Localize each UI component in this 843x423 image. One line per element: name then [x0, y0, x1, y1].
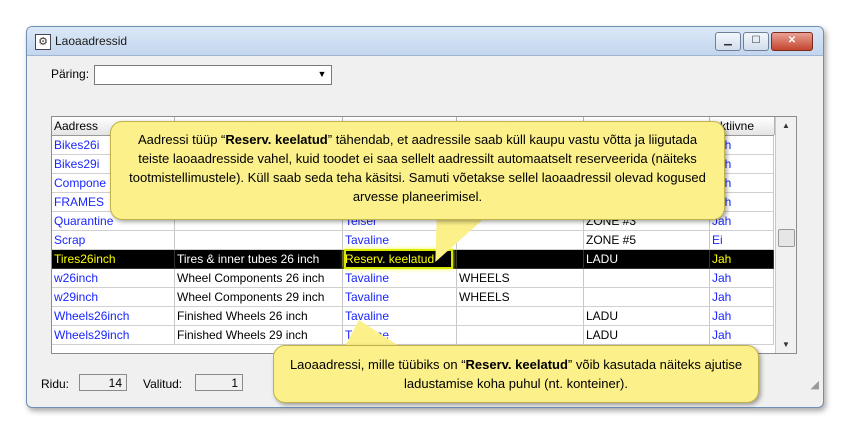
cell-laojargus: LADU — [584, 250, 710, 269]
cell-laojargus: ZONE #5 — [584, 231, 710, 250]
callout-bold-term: Reserv. keelatud — [225, 132, 328, 147]
cell-kirjeldus: Wheel Components 26 inch — [175, 269, 343, 288]
cell-aktiivne: Jah — [710, 307, 774, 326]
cell-tootmisjargus — [457, 326, 584, 345]
chevron-down-icon[interactable]: ▼ — [315, 67, 329, 81]
callout-text: Aadressi tüüp “ — [137, 132, 226, 147]
cell-aadressi-tyyp: Tavaline — [343, 269, 457, 288]
cell-kirjeldus: Finished Wheels 26 inch — [175, 307, 343, 326]
resize-grip-icon[interactable]: ◢ — [811, 378, 819, 391]
table-row-selected[interactable]: Tires26inch Tires & inner tubes 26 inch … — [52, 249, 774, 269]
scroll-up-icon[interactable]: ▲ — [776, 117, 796, 134]
cell-aadress: w26inch — [52, 269, 175, 288]
callout-usage-note: Laoaadressi, mille tüübiks on “Reserv. k… — [273, 345, 759, 403]
cell-aktiivne: Jah — [710, 326, 774, 345]
scroll-down-icon[interactable]: ▼ — [776, 336, 796, 353]
cell-tootmisjargus: WHEELS — [457, 269, 584, 288]
cell-laojargus — [584, 288, 710, 307]
selected-label: Valitud: — [143, 377, 183, 391]
window-title: Laoaadressid — [55, 34, 128, 48]
rows-count: 14 — [79, 374, 127, 391]
rows-label: Ridu: — [41, 377, 70, 391]
minimize-button[interactable]: ▁ — [715, 32, 741, 51]
query-label: Päring: — [51, 67, 90, 81]
cell-tootmisjargus — [457, 307, 584, 326]
callout-bold-term: Reserv. keelatud — [465, 357, 568, 372]
title-bar[interactable]: ⚙ Laoaadressid ▁ ☐ ✕ — [27, 27, 823, 56]
scroll-thumb[interactable] — [778, 229, 795, 247]
cell-aadress: Wheels29inch — [52, 326, 175, 345]
callout-text: Laoaadressi, mille tüübiks on “ — [289, 357, 466, 372]
cell-aadressi-tyyp: Tavaline — [343, 288, 457, 307]
cell-laojargus: LADU — [584, 326, 710, 345]
cell-kirjeldus — [175, 231, 343, 250]
cell-aadress: Wheels26inch — [52, 307, 175, 326]
callout-pointer — [345, 320, 399, 346]
table-row[interactable]: Wheels26inch Finished Wheels 26 inch Tav… — [52, 307, 774, 326]
cell-aktiivne: Jah — [710, 250, 774, 269]
cell-aktiivne: Jah — [710, 269, 774, 288]
table-row[interactable]: w26inch Wheel Components 26 inch Tavalin… — [52, 269, 774, 288]
close-button[interactable]: ✕ — [771, 32, 813, 51]
maximize-button[interactable]: ☐ — [743, 32, 769, 51]
cell-aadress: w29inch — [52, 288, 175, 307]
cell-kirjeldus: Finished Wheels 29 inch — [175, 326, 343, 345]
callout-reserv-keelatud: Aadressi tüüp “Reserv. keelatud” tähenda… — [110, 121, 725, 220]
cell-laojargus: LADU — [584, 307, 710, 326]
cell-kirjeldus: Wheel Components 29 inch — [175, 288, 343, 307]
table-row[interactable]: Scrap Tavaline ZONE #5 Ei — [52, 231, 774, 250]
table-row[interactable]: Wheels29inch Finished Wheels 29 inch Tav… — [52, 326, 774, 345]
table-row[interactable]: w29inch Wheel Components 29 inch Tavalin… — [52, 288, 774, 307]
cell-aadress: Scrap — [52, 231, 175, 250]
query-dropdown[interactable]: ▼ — [94, 65, 332, 85]
cell-aadress: Tires26inch — [52, 250, 175, 269]
vertical-scrollbar[interactable]: ▲ ▼ — [775, 117, 796, 353]
cell-tootmisjargus — [457, 250, 584, 269]
cell-laojargus — [584, 269, 710, 288]
cell-tootmisjargus: WHEELS — [457, 288, 584, 307]
selected-count: 1 — [195, 374, 243, 391]
app-icon: ⚙ — [35, 34, 51, 50]
cell-aktiivne: Ei — [710, 231, 774, 250]
cell-kirjeldus: Tires & inner tubes 26 inch — [175, 250, 343, 269]
cell-aktiivne: Jah — [710, 288, 774, 307]
